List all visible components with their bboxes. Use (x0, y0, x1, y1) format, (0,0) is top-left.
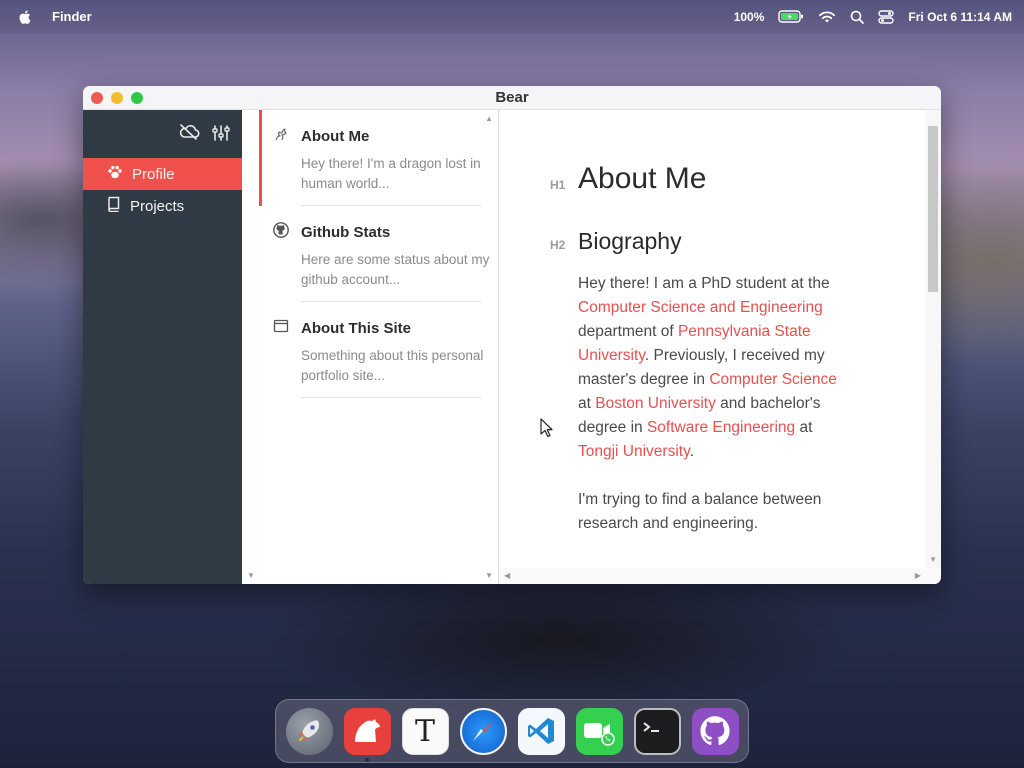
battery-percentage: 100% (733, 9, 765, 24)
github-icon (273, 222, 289, 238)
mouse-cursor-icon (540, 418, 554, 438)
note-title: About This Site (301, 320, 411, 337)
link-boston-university[interactable]: Boston University (595, 395, 716, 412)
note-body: Hey there! I am a PhD student at the Com… (578, 272, 854, 536)
editor-scroll-right-icon[interactable]: ▶ (915, 571, 921, 580)
window-title: Bear (495, 89, 529, 106)
note-item-about-me[interactable]: About Me Hey there! I'm a dragon lost in… (242, 110, 499, 206)
note-snippet: Hey there! I'm a dragon lost in human wo… (301, 156, 481, 191)
sidebar: Profile Projects (83, 110, 242, 584)
book-icon (107, 196, 121, 216)
minimize-button[interactable] (111, 92, 123, 104)
paw-icon (107, 164, 123, 184)
github-icon[interactable] (691, 707, 739, 755)
typora-glyph: T (414, 713, 435, 749)
paragraph: I'm trying to find a balance between res… (578, 491, 822, 532)
bear-window: Bear Profile Projects ▲ ▼ ▼ About Me Hey… (83, 86, 941, 584)
vertical-scrollbar-thumb[interactable] (928, 126, 938, 292)
terminal-icon[interactable] (633, 707, 681, 755)
safari-icon[interactable] (459, 707, 507, 755)
sidebar-item-label: Projects (130, 197, 185, 215)
heading-2: Biography (578, 228, 682, 254)
list-scroll-down-left-icon[interactable]: ▼ (247, 571, 255, 580)
editor-scroll-down-icon[interactable]: ▼ (929, 555, 937, 564)
close-button[interactable] (91, 92, 103, 104)
note-title: About Me (301, 128, 370, 145)
text-run: . (689, 443, 695, 460)
apple-icon[interactable] (16, 9, 32, 25)
editor-scroll-left-icon[interactable]: ◀ (504, 571, 510, 580)
facetime-icon[interactable] (575, 707, 623, 755)
typora-icon[interactable]: T (401, 707, 449, 755)
clock[interactable]: Fri Oct 6 11:14 AM (908, 10, 1012, 24)
divider (301, 397, 481, 398)
status-area: 100% Fri Oct 6 11:14 AM (734, 10, 1012, 24)
cloud-off-icon[interactable] (178, 124, 200, 147)
note-item-github-stats[interactable]: Github Stats Here are some status about … (242, 206, 499, 302)
sidebar-item-profile[interactable]: Profile (83, 158, 242, 190)
note-snippet: Here are some status about my github acc… (301, 252, 490, 287)
horizontal-scrollbar[interactable] (499, 568, 941, 584)
paragraph: Hey there! I am a PhD student at the Com… (578, 272, 854, 464)
text-run: Hey there! I am a PhD student at the (578, 275, 830, 292)
note-item-about-this-site[interactable]: About This Site Something about this per… (242, 302, 499, 398)
note-editor[interactable]: ▼ ◀ ▶ H1 About Me H2 Biography Hey there… (499, 110, 941, 584)
menu-bar: Finder 100% Fri Oct 6 11:14 AM (0, 0, 1024, 33)
sidebar-item-projects[interactable]: Projects (83, 190, 242, 222)
text-run: at (795, 419, 813, 436)
sidebar-item-label: Profile (132, 165, 175, 183)
control-center-icon[interactable] (878, 9, 895, 24)
vscode-icon[interactable] (517, 707, 565, 755)
note-title: Github Stats (301, 224, 391, 241)
list-scroll-down-icon[interactable]: ▼ (485, 571, 493, 580)
window-controls (91, 92, 143, 104)
text-run: at (578, 395, 596, 412)
selected-indicator (259, 110, 262, 206)
bear-icon[interactable] (343, 707, 391, 762)
search-icon[interactable] (850, 10, 865, 24)
sliders-icon[interactable] (212, 124, 230, 147)
window-panes: Profile Projects ▲ ▼ ▼ About Me Hey ther… (83, 110, 941, 584)
running-indicator (364, 757, 369, 762)
h2-marker: H2 (550, 238, 566, 252)
launchpad-icon[interactable] (285, 707, 333, 755)
text-run: department of (578, 323, 678, 340)
maximize-button[interactable] (131, 92, 143, 104)
link-computer-science[interactable]: Computer Science (709, 371, 837, 388)
h1-marker: H1 (550, 178, 566, 192)
heading-1: About Me (578, 162, 707, 195)
notes-list: ▲ ▼ ▼ About Me Hey there! I'm a dragon l… (242, 110, 499, 584)
dock: T (275, 699, 749, 763)
note-snippet: Something about this personal portfolio … (301, 348, 484, 383)
browser-window-icon (273, 318, 289, 334)
link-tongji-university[interactable]: Tongji University (578, 443, 690, 460)
link-software-engineering[interactable]: Software Engineering (647, 419, 795, 436)
menu-app-name[interactable]: Finder (52, 9, 92, 24)
battery-icon[interactable] (778, 10, 804, 23)
dragon-icon (273, 126, 289, 142)
title-bar[interactable]: Bear (83, 86, 941, 110)
link-computer-science-and-engineering[interactable]: Computer Science and Engineering (578, 299, 823, 316)
sidebar-tools (178, 124, 230, 147)
wifi-icon[interactable] (818, 10, 836, 24)
